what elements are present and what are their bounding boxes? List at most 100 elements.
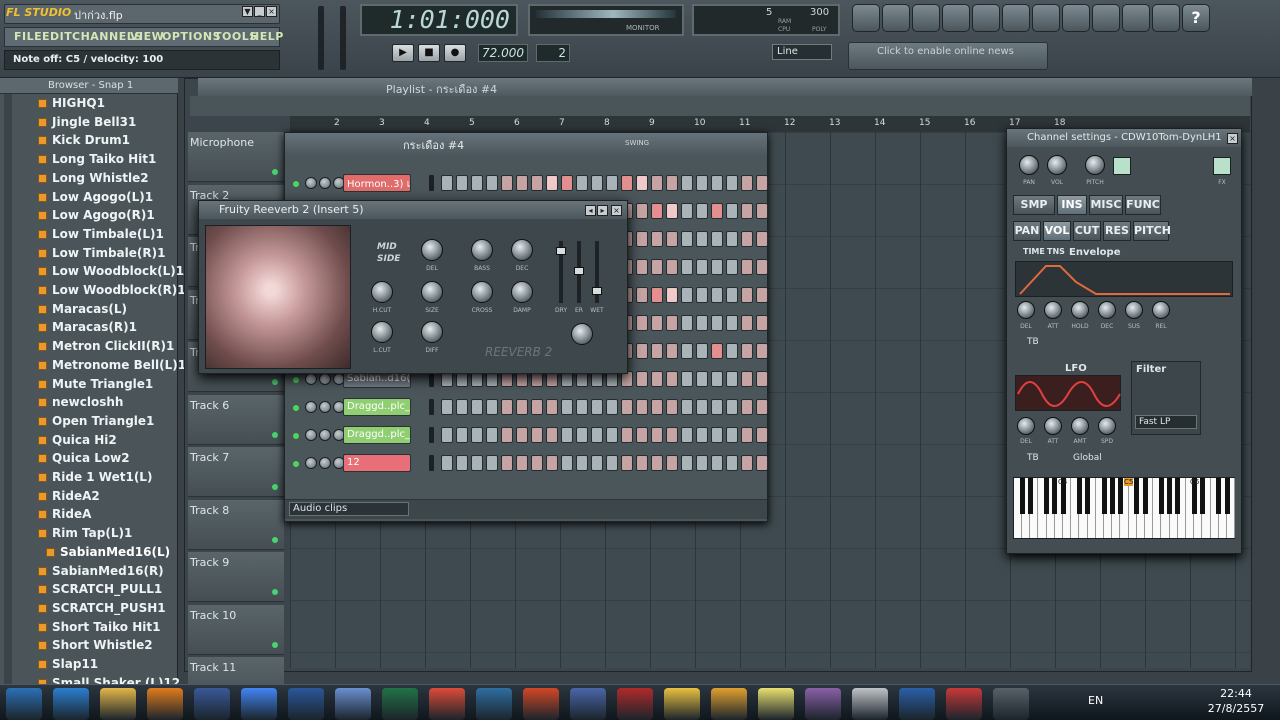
black-key[interactable] <box>1158 478 1164 514</box>
step-button[interactable] <box>711 343 723 359</box>
step-button[interactable] <box>741 455 753 471</box>
channel-mute-led[interactable] <box>293 405 299 411</box>
target-tab[interactable]: RES <box>1103 221 1131 241</box>
step-button[interactable] <box>636 427 648 443</box>
step-button[interactable] <box>501 175 513 191</box>
step-button[interactable] <box>591 455 603 471</box>
channel-knob[interactable] <box>1047 155 1067 175</box>
browser-item[interactable]: Long Whistle2 <box>38 171 149 189</box>
reverb-knob[interactable] <box>471 239 493 261</box>
channel-volume-knob[interactable] <box>319 373 331 385</box>
channel-pan-knob[interactable] <box>305 457 317 469</box>
step-button[interactable] <box>561 427 573 443</box>
step-button[interactable] <box>726 287 738 303</box>
media-player-icon[interactable] <box>147 688 183 720</box>
step-button[interactable] <box>711 399 723 415</box>
step-button[interactable] <box>666 455 678 471</box>
step-button[interactable] <box>741 371 753 387</box>
black-key[interactable] <box>1027 478 1033 514</box>
step-button[interactable] <box>711 231 723 247</box>
photo-app-icon[interactable] <box>852 688 888 720</box>
track-header[interactable]: Microphone <box>188 132 284 182</box>
step-button[interactable] <box>501 427 513 443</box>
black-key[interactable] <box>1109 478 1115 514</box>
channel-pan-knob[interactable] <box>305 373 317 385</box>
step-button[interactable] <box>666 371 678 387</box>
step-button[interactable] <box>606 455 618 471</box>
target-tab[interactable]: PITCH <box>1133 221 1171 241</box>
step-button[interactable] <box>696 203 708 219</box>
step-button[interactable] <box>636 315 648 331</box>
black-key[interactable] <box>1175 478 1181 514</box>
swirl-app-icon[interactable] <box>335 688 371 720</box>
step-button[interactable] <box>696 231 708 247</box>
step-button[interactable] <box>696 399 708 415</box>
black-key[interactable] <box>1134 478 1140 514</box>
step-button[interactable] <box>756 343 768 359</box>
step-button[interactable] <box>696 259 708 275</box>
track-active-icon[interactable] <box>272 536 278 543</box>
step-button[interactable] <box>636 455 648 471</box>
step-button[interactable] <box>636 399 648 415</box>
channel-volume-knob[interactable] <box>319 457 331 469</box>
target-tab[interactable]: VOL <box>1043 221 1071 241</box>
track-active-icon[interactable] <box>272 169 278 175</box>
record-button[interactable]: ● <box>444 44 466 62</box>
step-button[interactable] <box>621 399 633 415</box>
envelope-tab[interactable]: TNS <box>1047 247 1065 256</box>
step-button[interactable] <box>486 399 498 415</box>
step-button[interactable] <box>681 371 693 387</box>
close-icon[interactable]: × <box>1227 133 1238 144</box>
step-button[interactable] <box>441 455 453 471</box>
channel-tab[interactable]: INS <box>1057 195 1087 215</box>
step-button[interactable] <box>606 175 618 191</box>
step-button[interactable] <box>531 399 543 415</box>
step-button[interactable] <box>636 231 648 247</box>
step-button[interactable] <box>666 287 678 303</box>
step-button[interactable] <box>441 399 453 415</box>
browser-title[interactable]: Browser - Snap 1 <box>0 78 178 94</box>
step-button[interactable] <box>711 315 723 331</box>
track-active-icon[interactable] <box>272 484 278 490</box>
step-button[interactable] <box>486 427 498 443</box>
step-button[interactable] <box>741 427 753 443</box>
step-button[interactable] <box>516 399 528 415</box>
step-button[interactable] <box>531 427 543 443</box>
step-button[interactable] <box>681 203 693 219</box>
envelope-knob[interactable] <box>1098 301 1116 319</box>
step-button[interactable] <box>711 371 723 387</box>
browser-item[interactable]: RideA <box>38 507 91 525</box>
step-button[interactable] <box>741 203 753 219</box>
browser-item[interactable]: newcloshh <box>38 395 123 413</box>
channel-volume-knob[interactable] <box>319 177 331 189</box>
black-key[interactable] <box>1216 478 1222 514</box>
channel-filter-select[interactable]: Audio clips <box>289 502 409 516</box>
step-button[interactable] <box>741 231 753 247</box>
step-button[interactable] <box>726 315 738 331</box>
menu-options[interactable]: OPTIONS <box>162 30 221 43</box>
snap-select[interactable]: Line <box>772 44 832 60</box>
step-button[interactable] <box>756 455 768 471</box>
channel-knob[interactable] <box>1019 155 1039 175</box>
step-button[interactable] <box>501 399 513 415</box>
step-button[interactable] <box>531 175 543 191</box>
browser-item[interactable]: Low Agogo(R)1 <box>38 208 155 226</box>
online-news-button[interactable]: Click to enable online news <box>848 42 1048 70</box>
step-button[interactable] <box>471 399 483 415</box>
browser-item[interactable]: Short Taiko Hit1 <box>38 620 160 638</box>
step-button[interactable] <box>756 259 768 275</box>
step-button[interactable] <box>726 399 738 415</box>
step-button[interactable] <box>576 399 588 415</box>
step-button[interactable] <box>621 427 633 443</box>
step-button[interactable] <box>726 371 738 387</box>
step-button[interactable] <box>516 175 528 191</box>
step-button[interactable] <box>696 287 708 303</box>
step-button[interactable] <box>651 259 663 275</box>
black-key[interactable] <box>1052 478 1058 514</box>
step-button[interactable] <box>621 175 633 191</box>
channel-tab[interactable]: FUNC <box>1125 195 1161 215</box>
black-key[interactable] <box>1101 478 1107 514</box>
step-button[interactable] <box>681 287 693 303</box>
step-button[interactable] <box>471 175 483 191</box>
step-button[interactable] <box>666 231 678 247</box>
